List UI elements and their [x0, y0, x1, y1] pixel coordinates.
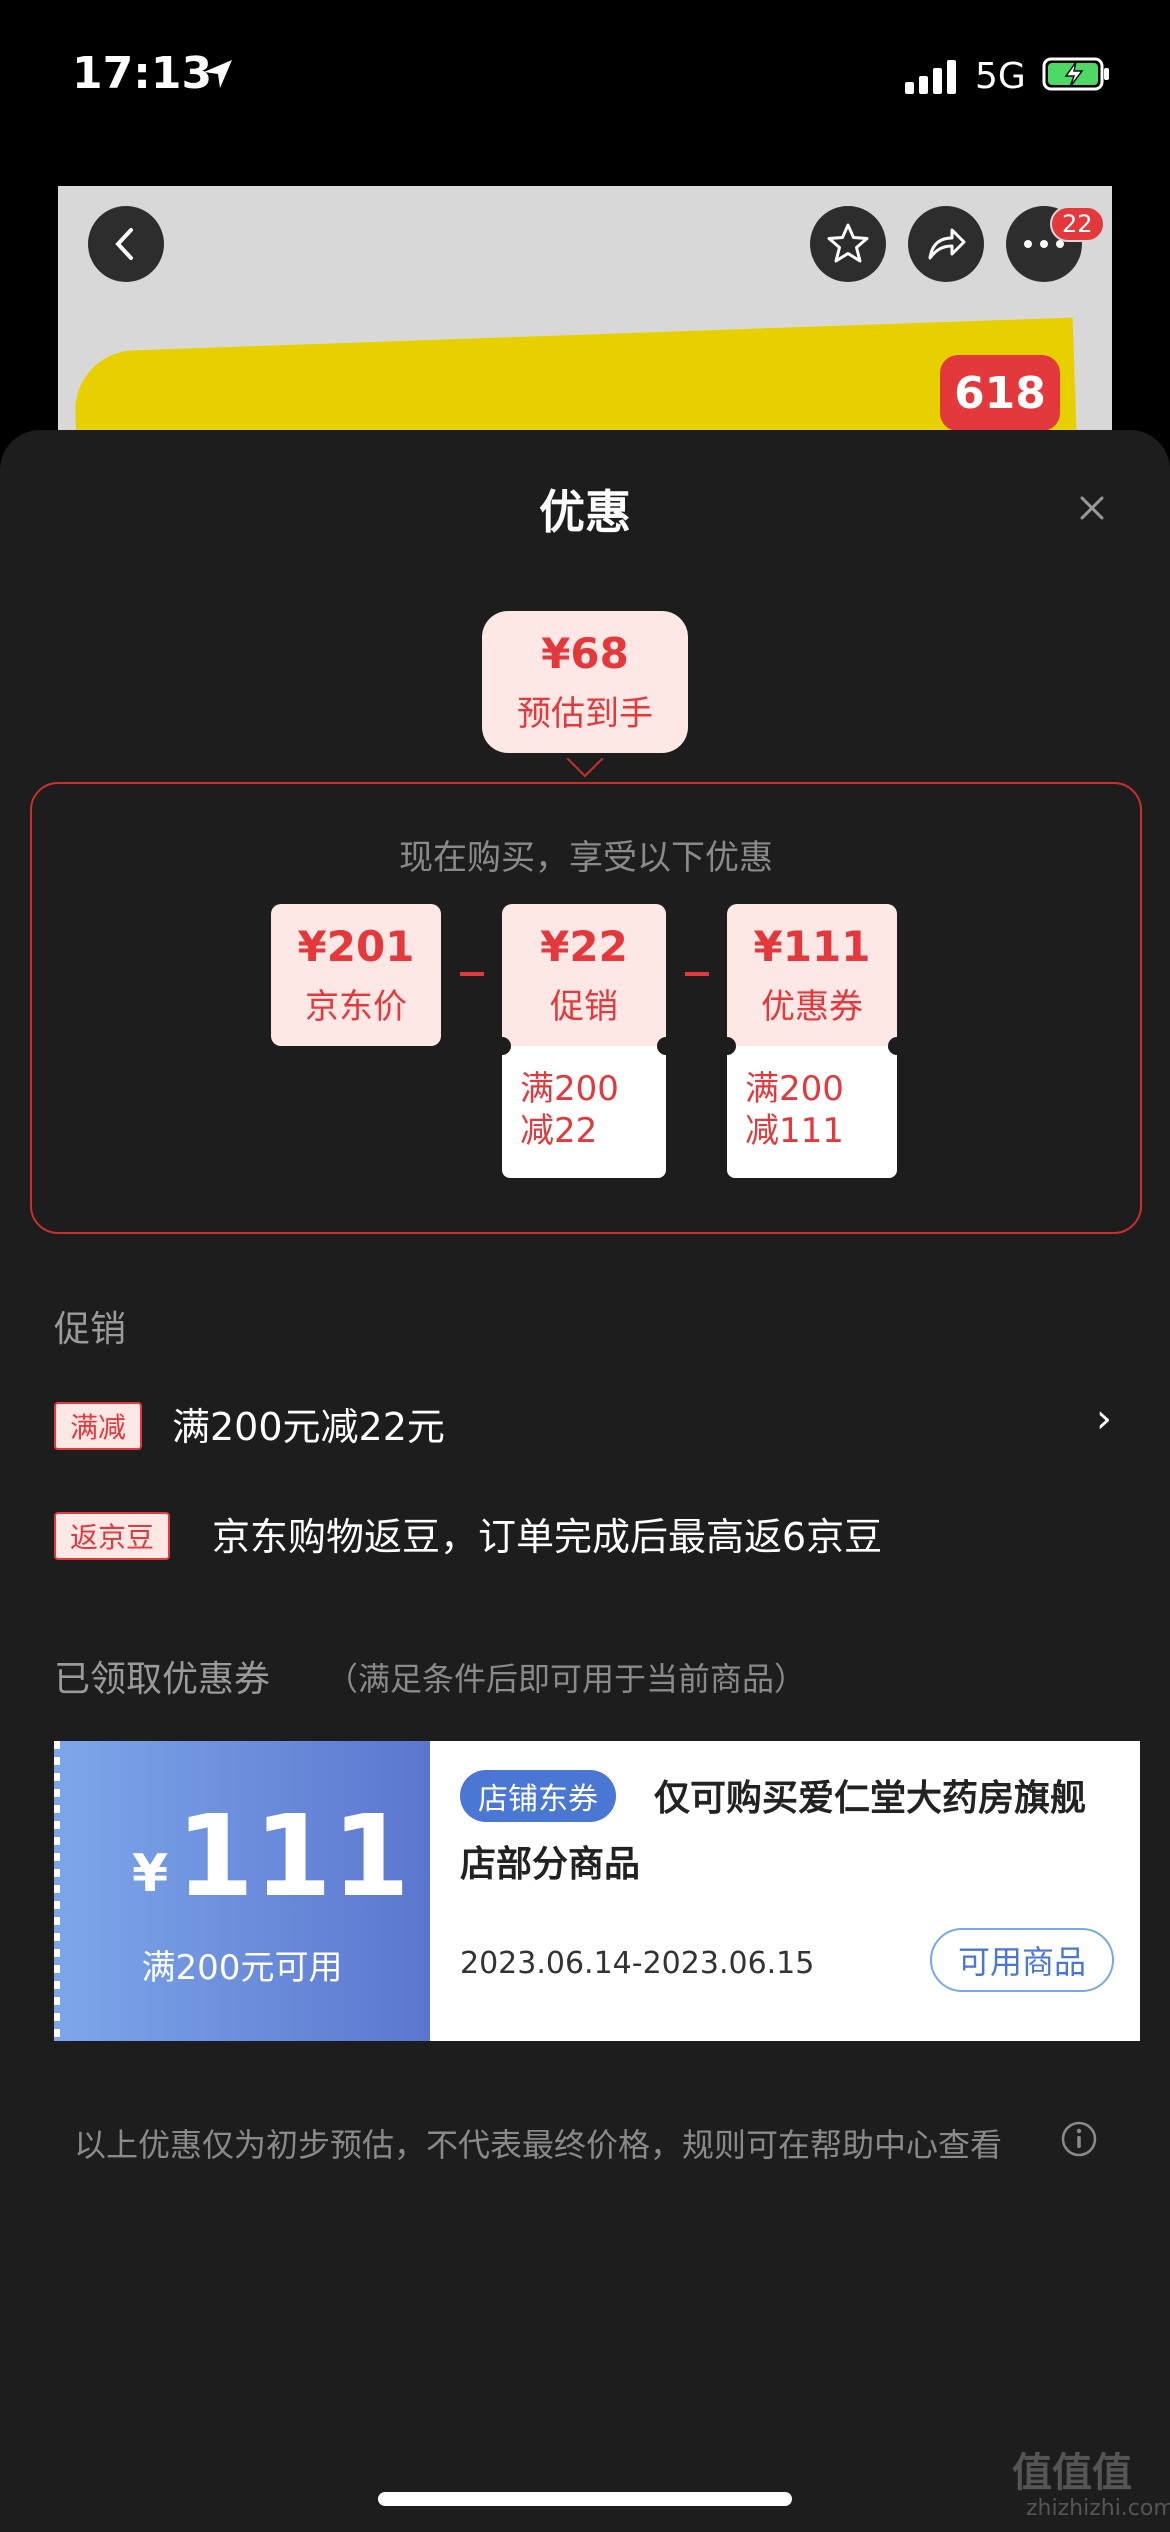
promo-tag-discount: 满减: [54, 1402, 143, 1450]
promo-label: 促销: [550, 987, 618, 1027]
favorite-button[interactable]: [810, 206, 886, 282]
more-badge: 22: [1050, 206, 1105, 242]
calc-heading: 现在购买，享受以下优惠: [399, 838, 773, 878]
status-time: 17:13: [72, 48, 213, 99]
location-arrow-icon: [204, 60, 232, 88]
coupon-currency: ¥: [132, 1844, 169, 1904]
promo-section-label: 促销: [54, 1309, 127, 1350]
coupon-date-range: 2023.06.14-2023.06.15: [460, 1946, 815, 1981]
jd-price-label: 京东价: [305, 987, 407, 1027]
estimated-price: ¥68 预估到手: [482, 611, 688, 753]
star-icon: [827, 223, 869, 263]
applicable-products-button[interactable]: 可用商品: [930, 1928, 1114, 1992]
sheet-title: 优惠: [539, 485, 631, 539]
watermark-logo: 值值值: [1012, 2450, 1132, 2496]
home-indicator[interactable]: [378, 2492, 792, 2506]
promo-618-badge: 618: [940, 355, 1060, 431]
coupon-detail-line1: 满200: [745, 1069, 844, 1109]
promo-card: ¥22 促销: [502, 904, 666, 1046]
watermark-url: zhizhizhi.com: [1026, 2496, 1170, 2521]
promo-text-beans: 京东购物返豆，订单完成后最高返6京豆: [212, 1515, 883, 1559]
minus-sign: [685, 972, 709, 976]
promo-card-detail: 满200 减22: [502, 1046, 666, 1178]
network-type: 5G: [975, 56, 1026, 97]
card-notch: [888, 1037, 906, 1055]
jd-price-card: ¥201 京东价: [271, 904, 441, 1046]
back-button[interactable]: [88, 206, 164, 282]
info-icon[interactable]: [1060, 2120, 1098, 2158]
card-notch: [718, 1037, 736, 1055]
coupon-card: ¥111 优惠券: [727, 904, 897, 1046]
coupon-card-detail: 满200 减111: [727, 1046, 897, 1178]
promo-value: ¥22: [540, 922, 628, 971]
share-icon: [928, 228, 966, 260]
coupon-section-label: 已领取优惠券: [54, 1659, 271, 1700]
minus-sign: [460, 972, 484, 976]
promo-text-discount: 满200元减22元: [172, 1405, 445, 1449]
coupon-amount: 111: [176, 1792, 410, 1922]
promo-detail-line2: 减22: [520, 1111, 598, 1151]
store-coupon-tag: 店铺东券: [460, 1770, 616, 1822]
card-notch: [493, 1037, 511, 1055]
promo-row-beans: 返京豆 京东购物返豆，订单完成后最高返6京豆: [54, 1506, 1134, 1562]
signal-icon: [905, 58, 961, 94]
promo-detail-line1: 满200: [520, 1069, 619, 1109]
jd-price-value: ¥201: [297, 922, 415, 971]
coupon-value: ¥111: [753, 922, 871, 971]
estimated-price-label: 预估到手: [517, 694, 653, 734]
share-button[interactable]: [908, 206, 984, 282]
promo-tag-beans: 返京豆: [54, 1512, 171, 1560]
battery-charging-icon: [1042, 57, 1109, 91]
coupon-condition: 满200元可用: [141, 1948, 343, 1988]
coupon-detail-line2: 减111: [745, 1111, 844, 1151]
coupon-label: 优惠券: [761, 987, 863, 1027]
footer-note: 以上优惠仅为初步预估，不代表最终价格，规则可在帮助中心查看: [74, 2126, 1003, 2164]
card-notch: [657, 1037, 675, 1055]
estimated-price-value: ¥68: [541, 629, 629, 678]
coupon-perforation: [54, 1741, 60, 2041]
promo-row-discount[interactable]: 满减 满200元减22元 ›: [54, 1396, 1134, 1452]
chevron-right-icon: ›: [1096, 1396, 1112, 1442]
chevron-left-icon: [115, 228, 133, 260]
coupon-section-note: （满足条件后即可用于当前商品）: [326, 1660, 807, 1698]
close-icon[interactable]: [1072, 488, 1112, 528]
